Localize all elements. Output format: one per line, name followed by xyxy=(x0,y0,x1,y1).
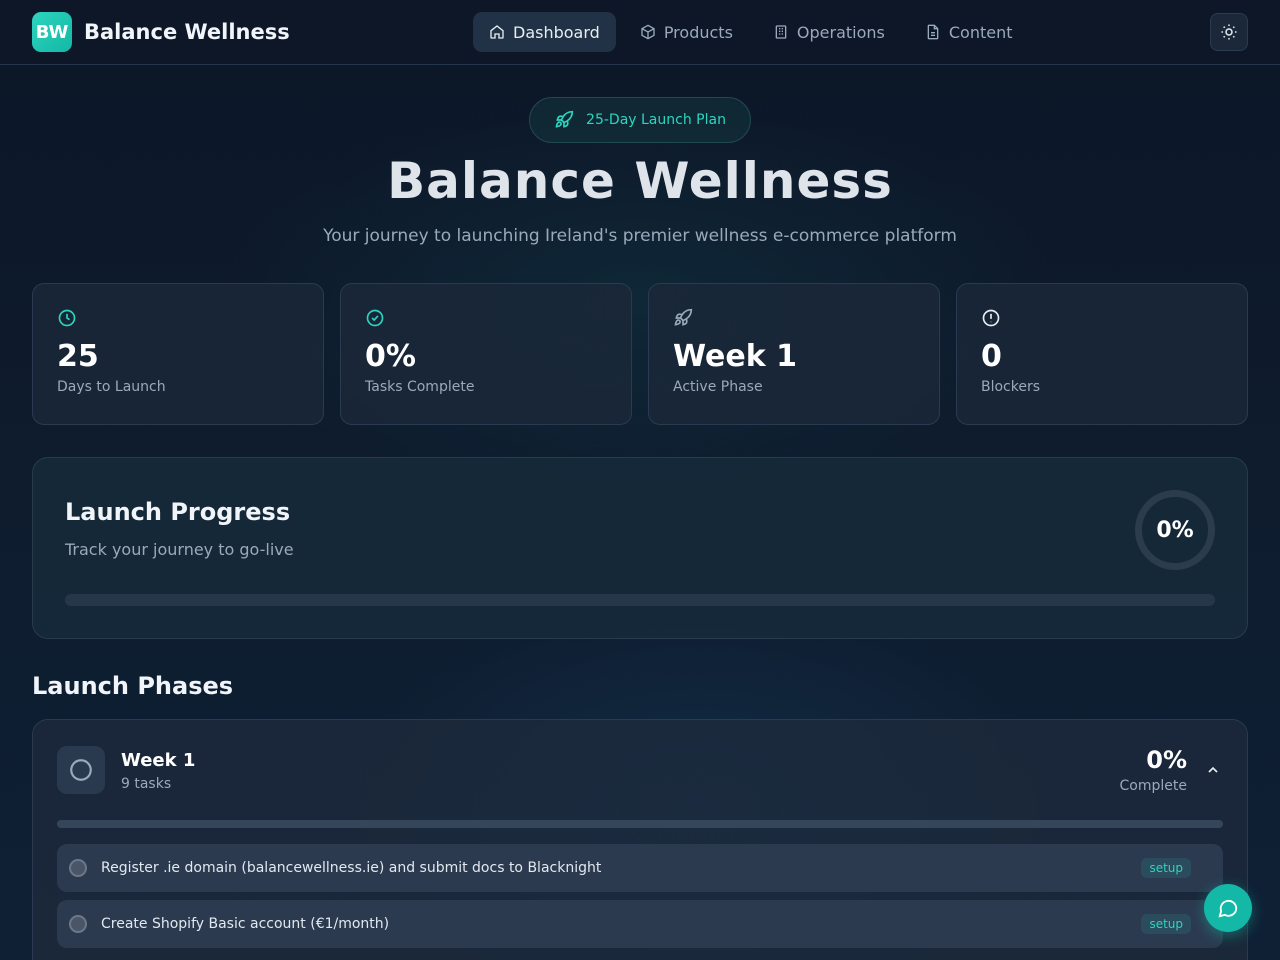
nav-products-label: Products xyxy=(663,22,733,42)
nav-operations[interactable]: Operations xyxy=(757,12,901,52)
task-item[interactable]: Register .ie domain (balancewellness.ie)… xyxy=(57,844,1223,892)
stat-card-phase: Week 1 Active Phase xyxy=(648,283,940,425)
nav-operations-label: Operations xyxy=(796,22,885,42)
chat-button[interactable] xyxy=(1204,884,1252,932)
launch-progress-card: Launch Progress Track your journey to go… xyxy=(32,457,1248,639)
launch-phases-title: Launch Phases xyxy=(32,672,234,700)
message-circle-icon xyxy=(1218,899,1238,918)
stat-value: 0 xyxy=(981,339,1002,374)
progress-ring: 0% xyxy=(1135,490,1215,570)
launch-progress-subtitle: Track your journey to go-live xyxy=(65,540,294,559)
task-checkbox[interactable] xyxy=(69,859,87,877)
nav-content[interactable]: Content xyxy=(909,12,1029,52)
stat-label: Days to Launch xyxy=(57,379,166,395)
progress-ring-value: 0% xyxy=(1156,517,1194,543)
stat-label: Tasks Complete xyxy=(365,379,475,395)
phase-status-icon xyxy=(57,746,105,794)
task-text: Create Shopify Basic account (€1/month) xyxy=(101,916,390,932)
phase-name: Week 1 xyxy=(121,750,196,771)
stats-row: 25 Days to Launch 0% Tasks Complete Week… xyxy=(32,283,1248,425)
task-tag: setup xyxy=(1141,858,1191,878)
stat-value: 25 xyxy=(57,339,99,374)
clock-icon xyxy=(58,309,76,327)
nav-products[interactable]: Products xyxy=(624,12,749,52)
stat-card-tasks: 0% Tasks Complete xyxy=(340,283,632,425)
stat-card-days: 25 Days to Launch xyxy=(32,283,324,425)
chevron-up-icon[interactable] xyxy=(1205,762,1221,778)
task-item[interactable]: Create Shopify Basic account (€1/month) … xyxy=(57,900,1223,948)
brand-logo: BW xyxy=(32,12,72,52)
phase-percent: 0% xyxy=(1146,746,1187,774)
box-icon xyxy=(641,24,655,40)
task-checkbox[interactable] xyxy=(69,915,87,933)
phase-progress-bar xyxy=(57,820,1223,828)
circle-icon xyxy=(70,759,92,781)
stat-label: Active Phase xyxy=(673,379,763,395)
stat-label: Blockers xyxy=(981,379,1041,395)
theme-toggle-button[interactable] xyxy=(1210,13,1248,51)
stat-value: Week 1 xyxy=(673,339,797,374)
main-nav: Dashboard Products Operations Content xyxy=(473,12,1029,52)
stat-value: 0% xyxy=(365,339,416,374)
rocket-icon xyxy=(674,308,693,326)
page-subtitle: Your journey to launching Ireland's prem… xyxy=(323,226,957,246)
home-icon xyxy=(490,25,504,39)
task-text: Register .ie domain (balancewellness.ie)… xyxy=(101,860,602,876)
sun-icon xyxy=(1221,24,1237,40)
nav-dashboard[interactable]: Dashboard xyxy=(473,12,616,52)
alert-circle-icon xyxy=(982,309,1000,327)
stat-card-blockers: 0 Blockers xyxy=(956,283,1248,425)
phase-card-week-1[interactable]: Week 1 9 tasks 0% Complete Register .ie … xyxy=(32,719,1248,960)
check-circle-icon xyxy=(366,309,384,327)
launch-progress-title: Launch Progress xyxy=(65,498,291,526)
task-tag: setup xyxy=(1141,914,1191,934)
brand-name: Balance Wellness xyxy=(84,20,290,44)
building-icon xyxy=(775,25,787,39)
top-header: BW Balance Wellness Dashboard Products O… xyxy=(0,0,1280,65)
launch-plan-badge: 25-Day Launch Plan xyxy=(529,97,751,143)
phase-percent-label: Complete xyxy=(1119,778,1187,794)
nav-dashboard-label: Dashboard xyxy=(513,22,600,42)
file-icon xyxy=(927,24,939,40)
brand[interactable]: BW Balance Wellness xyxy=(32,12,290,52)
phase-task-count: 9 tasks xyxy=(121,776,172,792)
rocket-icon xyxy=(555,110,574,128)
launch-plan-badge-label: 25-Day Launch Plan xyxy=(586,112,726,128)
nav-content-label: Content xyxy=(948,22,1013,42)
launch-progress-bar xyxy=(65,594,1215,606)
page-title: Balance Wellness xyxy=(387,152,893,210)
